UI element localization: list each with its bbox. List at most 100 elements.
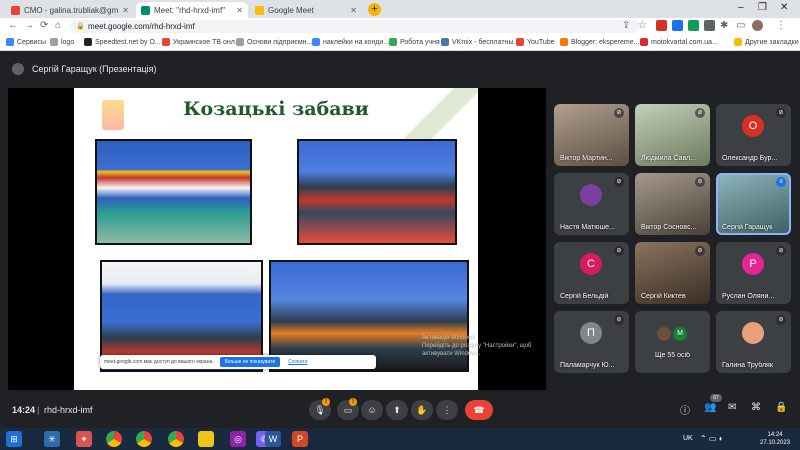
- bookmark-item[interactable]: Blogger: ekspereme...: [560, 38, 639, 46]
- meeting-time: 14:24: [12, 405, 36, 415]
- avatar: [657, 327, 671, 341]
- participant-tile[interactable]: ≡ Сергій Гаращук: [716, 173, 791, 235]
- tray-icons[interactable]: ⌃ ▭ ◐: [700, 434, 724, 443]
- bookmark-item[interactable]: Сервисы: [6, 38, 46, 46]
- chrome-icon[interactable]: [168, 431, 184, 447]
- reload-icon[interactable]: ⟳: [40, 20, 48, 31]
- participant-tile[interactable]: ⊘ Сергій Киктев: [635, 242, 710, 304]
- bookmark-item[interactable]: logo: [50, 38, 74, 46]
- mic-warning-badge: !: [322, 398, 330, 406]
- share-icon[interactable]: ⇪: [622, 20, 630, 31]
- mic-off-icon: ⊘: [776, 315, 786, 325]
- mic-off-icon: ⊘: [614, 246, 624, 256]
- start-icon[interactable]: ⊞: [6, 431, 22, 447]
- close-icon[interactable]: ✕: [350, 6, 357, 15]
- star-icon[interactable]: ☆: [638, 20, 647, 31]
- participant-tile[interactable]: ⊘ Настя Матюше...: [554, 173, 629, 235]
- avatar: [580, 184, 602, 206]
- lock-icon[interactable]: 🔒: [775, 402, 787, 413]
- app-icon[interactable]: ✳: [44, 431, 60, 447]
- slide-title: Козацькі забави: [183, 98, 369, 120]
- close-icon[interactable]: ✕: [122, 6, 129, 15]
- new-tab-button[interactable]: +: [368, 3, 381, 16]
- tab-gmail[interactable]: СМО - galina.trubliak@gmail.co ✕: [6, 2, 134, 18]
- chrome-icon[interactable]: [136, 431, 152, 447]
- presenter-avatar: [12, 63, 24, 75]
- presentation-slide: Козацькі забави: [74, 88, 478, 390]
- bookmark-item[interactable]: VKmix - бесплатны...: [441, 38, 519, 46]
- participant-tile[interactable]: О ⊘ Олександр Бур...: [716, 104, 791, 166]
- raise-hand-button[interactable]: ✋: [411, 400, 433, 420]
- google-icon: [312, 38, 320, 46]
- participant-tile[interactable]: Р ⊘ Руслан Оляни...: [716, 242, 791, 304]
- forward-icon[interactable]: →: [24, 20, 34, 31]
- bookmark-item[interactable]: наклейки на конди...: [312, 38, 389, 46]
- reactions-button[interactable]: ☺: [361, 400, 383, 420]
- mic-off-icon: ⊘: [695, 108, 705, 118]
- puzzle-icon[interactable]: ✱: [720, 20, 728, 31]
- people-icon[interactable]: 👥: [704, 402, 716, 413]
- extension-icon[interactable]: [672, 20, 683, 31]
- mic-off-icon: ⊘: [695, 177, 705, 187]
- more-participants-tile[interactable]: М Ще 55 осіб: [635, 311, 710, 373]
- moto-icon: [640, 38, 648, 46]
- language-indicator[interactable]: UK: [683, 435, 693, 442]
- mic-off-icon: ⊘: [695, 246, 705, 256]
- youtube-icon: [516, 38, 524, 46]
- app-icon[interactable]: ◎: [230, 431, 246, 447]
- menu-icon[interactable]: ⋮: [776, 20, 786, 31]
- window-close-button[interactable]: ✕: [780, 2, 788, 13]
- profile-avatar[interactable]: [752, 20, 763, 31]
- extension-icon[interactable]: [656, 20, 667, 31]
- hide-link[interactable]: Сховати: [288, 359, 307, 365]
- present-button[interactable]: ⬆: [386, 400, 408, 420]
- extension-icon[interactable]: [704, 20, 715, 31]
- system-clock[interactable]: 14:24 27.10.2023: [760, 431, 790, 447]
- folder-icon: [734, 38, 742, 46]
- bookmark-item[interactable]: Украинское ТВ онл...: [162, 38, 241, 46]
- bookmark-item[interactable]: motokvartal.com.ua...: [640, 38, 718, 46]
- separator: |: [37, 405, 40, 415]
- home-icon[interactable]: ⌂: [55, 20, 61, 31]
- slide-photo: [95, 139, 252, 245]
- chat-icon[interactable]: ✉: [728, 402, 736, 413]
- apps-icon: [6, 38, 14, 46]
- bookmark-item[interactable]: Основи підприємн...: [236, 38, 312, 46]
- participant-tile[interactable]: ⊘ Галина Трубляк: [716, 311, 791, 373]
- bookmark-item[interactable]: YouTube: [516, 38, 555, 46]
- tv-icon: [162, 38, 170, 46]
- meet-icon: [141, 5, 150, 15]
- word-icon[interactable]: W: [265, 431, 281, 447]
- participant-tile[interactable]: ⊘ Віктор Сосновс...: [635, 173, 710, 235]
- info-icon[interactable]: ⓘ: [680, 402, 690, 417]
- participant-tile[interactable]: С ⊘ Сергій Бельдій: [554, 242, 629, 304]
- powerpoint-icon[interactable]: P: [292, 431, 308, 447]
- more-options-button[interactable]: ⋮: [436, 400, 458, 420]
- panel-icon[interactable]: ▭: [736, 20, 745, 31]
- screen-share-banner: meet.google.com має доступ до вашого екр…: [100, 355, 376, 369]
- leave-call-button[interactable]: ☎: [465, 400, 493, 420]
- participant-tile[interactable]: ⊘ Віктор Мартин...: [554, 104, 629, 166]
- minimize-button[interactable]: –: [738, 2, 744, 13]
- address-bar[interactable]: 🔒 meet.google.com/rhd-hrxd-imf: [70, 20, 640, 33]
- avatar: [742, 322, 764, 344]
- bookmark-item[interactable]: Робота учня: [389, 38, 440, 46]
- bookmark-folder[interactable]: Другие закладки: [734, 38, 799, 46]
- avatar: О: [742, 115, 764, 137]
- close-icon[interactable]: ✕: [236, 6, 243, 15]
- blogger-icon: [560, 38, 568, 46]
- tab-meet-call[interactable]: Meet: "rhd-hrxd-imf" ✕: [136, 2, 248, 18]
- stop-showing-button[interactable]: Більше не показувати: [219, 357, 281, 367]
- app-icon[interactable]: ✦: [76, 431, 92, 447]
- participant-tile[interactable]: П ⊘ Паламарчук Ю...: [554, 311, 629, 373]
- tab-google-meet[interactable]: Google Meet ✕: [250, 2, 362, 18]
- back-icon[interactable]: ←: [8, 20, 18, 31]
- participant-tile[interactable]: ⊘ Людмила Савл...: [635, 104, 710, 166]
- maximize-button[interactable]: ❐: [758, 2, 767, 13]
- chrome-icon[interactable]: [106, 431, 122, 447]
- bookmark-item[interactable]: Speedtest.net by O...: [84, 38, 161, 46]
- extension-icon[interactable]: [688, 20, 699, 31]
- meet-icon: [255, 5, 264, 15]
- folder-icon[interactable]: [198, 431, 214, 447]
- activities-icon[interactable]: ⌘: [751, 402, 761, 413]
